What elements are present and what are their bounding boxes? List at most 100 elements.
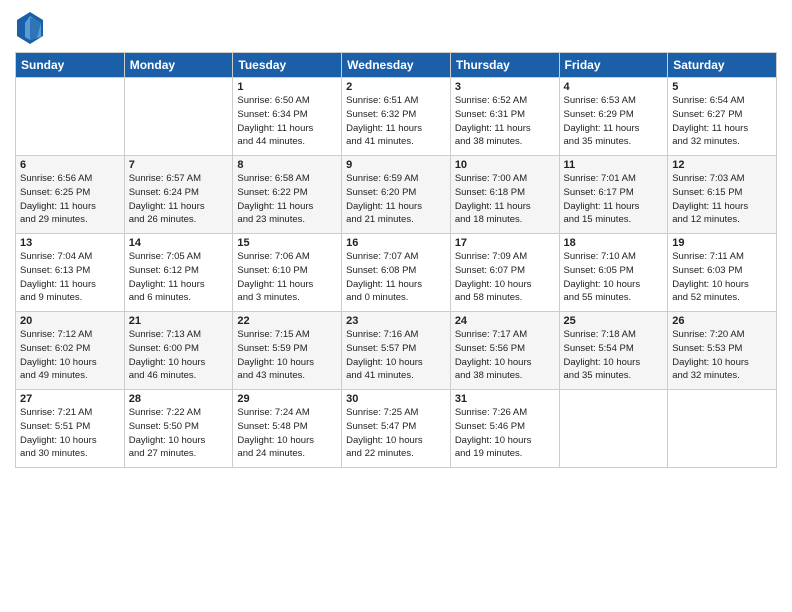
day-info: Sunrise: 6:57 AM Sunset: 6:24 PM Dayligh… — [129, 172, 229, 227]
day-number: 14 — [129, 237, 229, 249]
calendar-cell: 10Sunrise: 7:00 AM Sunset: 6:18 PM Dayli… — [450, 156, 559, 234]
calendar-cell: 18Sunrise: 7:10 AM Sunset: 6:05 PM Dayli… — [559, 234, 668, 312]
calendar-cell — [124, 78, 233, 156]
day-number: 29 — [237, 393, 337, 405]
day-info: Sunrise: 6:53 AM Sunset: 6:29 PM Dayligh… — [564, 94, 664, 149]
day-info: Sunrise: 7:05 AM Sunset: 6:12 PM Dayligh… — [129, 250, 229, 305]
weekday-header: Thursday — [450, 53, 559, 78]
day-number: 9 — [346, 159, 446, 171]
calendar-cell: 16Sunrise: 7:07 AM Sunset: 6:08 PM Dayli… — [342, 234, 451, 312]
day-number: 10 — [455, 159, 555, 171]
calendar-cell: 15Sunrise: 7:06 AM Sunset: 6:10 PM Dayli… — [233, 234, 342, 312]
calendar-cell: 7Sunrise: 6:57 AM Sunset: 6:24 PM Daylig… — [124, 156, 233, 234]
day-info: Sunrise: 7:16 AM Sunset: 5:57 PM Dayligh… — [346, 328, 446, 383]
day-number: 7 — [129, 159, 229, 171]
day-info: Sunrise: 7:01 AM Sunset: 6:17 PM Dayligh… — [564, 172, 664, 227]
day-number: 18 — [564, 237, 664, 249]
day-info: Sunrise: 7:03 AM Sunset: 6:15 PM Dayligh… — [672, 172, 772, 227]
calendar-week-row: 1Sunrise: 6:50 AM Sunset: 6:34 PM Daylig… — [16, 78, 777, 156]
day-number: 12 — [672, 159, 772, 171]
day-info: Sunrise: 7:26 AM Sunset: 5:46 PM Dayligh… — [455, 406, 555, 461]
calendar-cell: 17Sunrise: 7:09 AM Sunset: 6:07 PM Dayli… — [450, 234, 559, 312]
calendar-cell: 12Sunrise: 7:03 AM Sunset: 6:15 PM Dayli… — [668, 156, 777, 234]
day-info: Sunrise: 7:06 AM Sunset: 6:10 PM Dayligh… — [237, 250, 337, 305]
calendar-cell: 13Sunrise: 7:04 AM Sunset: 6:13 PM Dayli… — [16, 234, 125, 312]
calendar-cell: 4Sunrise: 6:53 AM Sunset: 6:29 PM Daylig… — [559, 78, 668, 156]
calendar-header-row: SundayMondayTuesdayWednesdayThursdayFrid… — [16, 53, 777, 78]
day-number: 15 — [237, 237, 337, 249]
day-number: 25 — [564, 315, 664, 327]
day-number: 21 — [129, 315, 229, 327]
calendar-cell: 28Sunrise: 7:22 AM Sunset: 5:50 PM Dayli… — [124, 390, 233, 468]
day-info: Sunrise: 7:20 AM Sunset: 5:53 PM Dayligh… — [672, 328, 772, 383]
day-number: 5 — [672, 81, 772, 93]
day-number: 13 — [20, 237, 120, 249]
calendar-week-row: 20Sunrise: 7:12 AM Sunset: 6:02 PM Dayli… — [16, 312, 777, 390]
day-info: Sunrise: 7:09 AM Sunset: 6:07 PM Dayligh… — [455, 250, 555, 305]
day-info: Sunrise: 7:12 AM Sunset: 6:02 PM Dayligh… — [20, 328, 120, 383]
logo — [15, 10, 47, 46]
day-number: 22 — [237, 315, 337, 327]
day-number: 31 — [455, 393, 555, 405]
calendar-cell — [668, 390, 777, 468]
day-info: Sunrise: 7:07 AM Sunset: 6:08 PM Dayligh… — [346, 250, 446, 305]
calendar-cell: 25Sunrise: 7:18 AM Sunset: 5:54 PM Dayli… — [559, 312, 668, 390]
day-info: Sunrise: 7:22 AM Sunset: 5:50 PM Dayligh… — [129, 406, 229, 461]
day-number: 4 — [564, 81, 664, 93]
day-info: Sunrise: 6:50 AM Sunset: 6:34 PM Dayligh… — [237, 94, 337, 149]
day-number: 8 — [237, 159, 337, 171]
day-number: 24 — [455, 315, 555, 327]
calendar-cell: 31Sunrise: 7:26 AM Sunset: 5:46 PM Dayli… — [450, 390, 559, 468]
calendar-cell: 23Sunrise: 7:16 AM Sunset: 5:57 PM Dayli… — [342, 312, 451, 390]
day-number: 27 — [20, 393, 120, 405]
calendar-cell: 19Sunrise: 7:11 AM Sunset: 6:03 PM Dayli… — [668, 234, 777, 312]
day-info: Sunrise: 6:58 AM Sunset: 6:22 PM Dayligh… — [237, 172, 337, 227]
day-info: Sunrise: 6:54 AM Sunset: 6:27 PM Dayligh… — [672, 94, 772, 149]
day-number: 6 — [20, 159, 120, 171]
day-number: 16 — [346, 237, 446, 249]
calendar-cell: 14Sunrise: 7:05 AM Sunset: 6:12 PM Dayli… — [124, 234, 233, 312]
day-number: 11 — [564, 159, 664, 171]
calendar-cell — [16, 78, 125, 156]
day-info: Sunrise: 6:52 AM Sunset: 6:31 PM Dayligh… — [455, 94, 555, 149]
day-number: 2 — [346, 81, 446, 93]
day-info: Sunrise: 6:59 AM Sunset: 6:20 PM Dayligh… — [346, 172, 446, 227]
day-number: 20 — [20, 315, 120, 327]
day-number: 23 — [346, 315, 446, 327]
calendar-cell: 20Sunrise: 7:12 AM Sunset: 6:02 PM Dayli… — [16, 312, 125, 390]
day-number: 17 — [455, 237, 555, 249]
day-info: Sunrise: 7:11 AM Sunset: 6:03 PM Dayligh… — [672, 250, 772, 305]
day-info: Sunrise: 7:24 AM Sunset: 5:48 PM Dayligh… — [237, 406, 337, 461]
header — [15, 10, 777, 46]
calendar-cell: 11Sunrise: 7:01 AM Sunset: 6:17 PM Dayli… — [559, 156, 668, 234]
day-number: 28 — [129, 393, 229, 405]
calendar-cell: 22Sunrise: 7:15 AM Sunset: 5:59 PM Dayli… — [233, 312, 342, 390]
weekday-header: Friday — [559, 53, 668, 78]
calendar-cell: 9Sunrise: 6:59 AM Sunset: 6:20 PM Daylig… — [342, 156, 451, 234]
calendar-cell: 30Sunrise: 7:25 AM Sunset: 5:47 PM Dayli… — [342, 390, 451, 468]
calendar-cell: 1Sunrise: 6:50 AM Sunset: 6:34 PM Daylig… — [233, 78, 342, 156]
day-info: Sunrise: 7:13 AM Sunset: 6:00 PM Dayligh… — [129, 328, 229, 383]
day-info: Sunrise: 7:00 AM Sunset: 6:18 PM Dayligh… — [455, 172, 555, 227]
page-container: SundayMondayTuesdayWednesdayThursdayFrid… — [0, 0, 792, 478]
day-info: Sunrise: 7:10 AM Sunset: 6:05 PM Dayligh… — [564, 250, 664, 305]
calendar-cell: 21Sunrise: 7:13 AM Sunset: 6:00 PM Dayli… — [124, 312, 233, 390]
weekday-header: Wednesday — [342, 53, 451, 78]
day-info: Sunrise: 6:51 AM Sunset: 6:32 PM Dayligh… — [346, 94, 446, 149]
calendar-cell: 29Sunrise: 7:24 AM Sunset: 5:48 PM Dayli… — [233, 390, 342, 468]
calendar-cell — [559, 390, 668, 468]
day-info: Sunrise: 7:21 AM Sunset: 5:51 PM Dayligh… — [20, 406, 120, 461]
calendar-week-row: 13Sunrise: 7:04 AM Sunset: 6:13 PM Dayli… — [16, 234, 777, 312]
day-info: Sunrise: 7:18 AM Sunset: 5:54 PM Dayligh… — [564, 328, 664, 383]
day-number: 1 — [237, 81, 337, 93]
calendar-cell: 6Sunrise: 6:56 AM Sunset: 6:25 PM Daylig… — [16, 156, 125, 234]
day-info: Sunrise: 7:17 AM Sunset: 5:56 PM Dayligh… — [455, 328, 555, 383]
day-info: Sunrise: 7:04 AM Sunset: 6:13 PM Dayligh… — [20, 250, 120, 305]
calendar-week-row: 6Sunrise: 6:56 AM Sunset: 6:25 PM Daylig… — [16, 156, 777, 234]
day-info: Sunrise: 6:56 AM Sunset: 6:25 PM Dayligh… — [20, 172, 120, 227]
logo-icon — [15, 10, 45, 46]
day-info: Sunrise: 7:15 AM Sunset: 5:59 PM Dayligh… — [237, 328, 337, 383]
calendar-cell: 8Sunrise: 6:58 AM Sunset: 6:22 PM Daylig… — [233, 156, 342, 234]
weekday-header: Saturday — [668, 53, 777, 78]
day-info: Sunrise: 7:25 AM Sunset: 5:47 PM Dayligh… — [346, 406, 446, 461]
